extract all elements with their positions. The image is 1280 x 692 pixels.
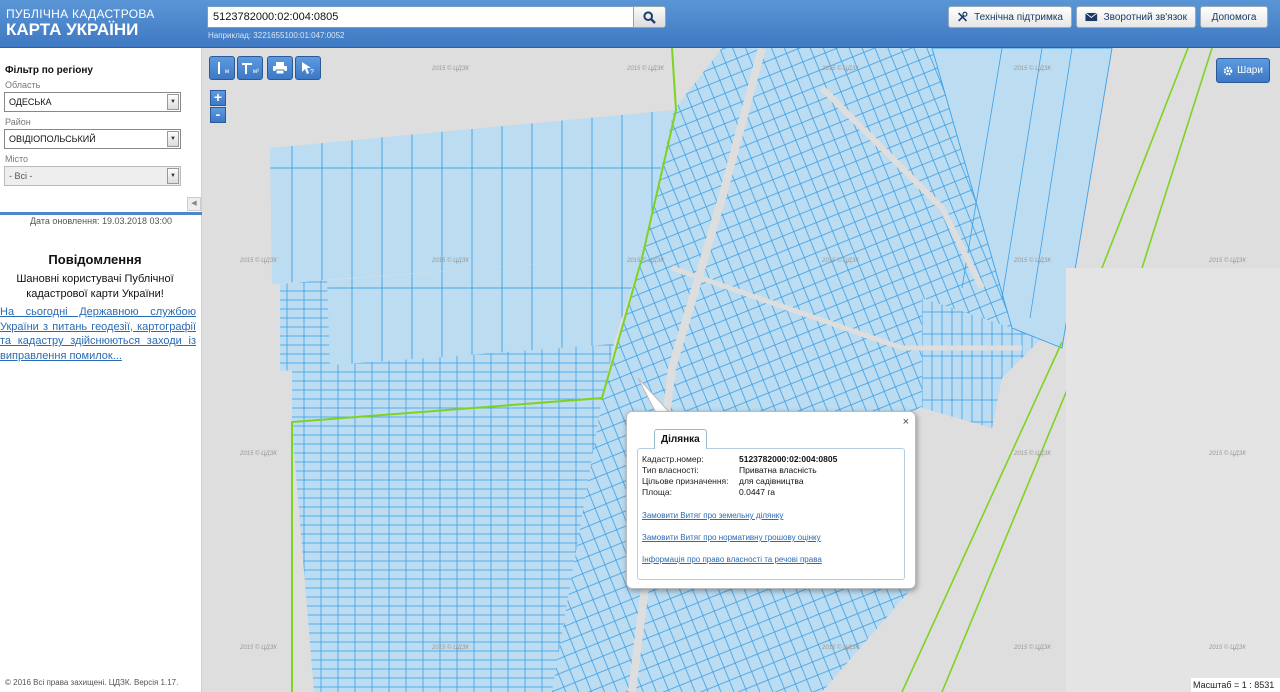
watermark-text: 2015 © ЦДЗК: [1209, 451, 1246, 457]
news-body: Шановні користувачі Публічної кадастрово…: [16, 273, 174, 300]
measure-length-button[interactable]: м: [209, 56, 235, 80]
district-select[interactable]: ОВІДІОПОЛЬСЬКИЙ ▼: [4, 129, 181, 149]
layers-label: Шари: [1237, 65, 1263, 76]
logo-line-2: КАРТА УКРАЇНИ: [6, 20, 139, 39]
cadastral-search-input[interactable]: [207, 6, 634, 28]
watermark-text: 2015 © ЦДЗК: [240, 645, 277, 651]
watermark-text: 2015 © ЦДЗК: [1209, 645, 1246, 651]
region-value: ОДЕСЬКА: [9, 97, 52, 107]
printer-icon: [273, 62, 287, 74]
order-extract-link[interactable]: Замовити Витяг про земельну ділянку: [642, 511, 783, 520]
watermark-text: 2015 © ЦДЗК: [822, 258, 859, 264]
dropdown-arrow-icon: ▼: [167, 94, 179, 110]
help-button[interactable]: Допомога: [1200, 6, 1268, 28]
parcel-info-popup: × Ділянка Кадастр.номер: 5123782000:02:0…: [626, 411, 916, 589]
update-date: Дата оновлення: 19.03.2018 03:00: [29, 216, 173, 226]
close-icon[interactable]: ×: [903, 416, 909, 428]
watermark-text: 2015 © ЦДЗК: [432, 258, 469, 264]
watermark-text: 2015 © ЦДЗК: [627, 258, 664, 264]
search-button[interactable]: [633, 6, 666, 28]
info-key: Тип власності:: [642, 465, 699, 475]
watermark-layer: 2015 © ЦДЗК 2015 © ЦДЗК 2015 © ЦДЗК 2015…: [202, 48, 1280, 692]
chevron-left-icon: ◀: [191, 200, 197, 207]
svg-text:?: ?: [310, 69, 314, 75]
map-scale: Масштаб = 1 : 8531: [1191, 678, 1280, 692]
info-key: Цільове призначення:: [642, 476, 729, 486]
site-logo[interactable]: ПУБЛІЧНА КАДАСТРОВА КАРТА УКРАЇНИ: [6, 8, 155, 38]
dropdown-arrow-icon: ▼: [167, 168, 179, 184]
info-value: Приватна власність: [739, 465, 817, 475]
filter-title: Фільтр по регіону: [5, 65, 93, 76]
zoom-out-button[interactable]: -: [210, 107, 226, 123]
copyright: © 2016 Всі права захищені. ЦДЗК. Версія …: [5, 678, 179, 687]
city-value: - Всі -: [9, 171, 33, 181]
watermark-text: 2015 © ЦДЗК: [822, 645, 859, 651]
sidebar: Фільтр по регіону Область ОДЕСЬКА ▼ Райо…: [0, 48, 202, 692]
info-value: 0.0447 га: [739, 487, 776, 497]
area-ruler-icon: [241, 63, 252, 74]
watermark-text: 2015 © ЦДЗК: [1014, 451, 1051, 457]
dropdown-arrow-icon: ▼: [167, 131, 179, 147]
identify-button[interactable]: ?: [295, 56, 321, 80]
city-label: Місто: [5, 154, 29, 164]
district-value: ОВІДІОПОЛЬСЬКИЙ: [9, 134, 96, 144]
watermark-text: 2015 © ЦДЗК: [1209, 258, 1246, 264]
gear-icon: [1223, 66, 1233, 75]
feedback-label: Зворотний зв'язок: [1103, 11, 1187, 23]
logo-line-1: ПУБЛІЧНА КАДАСТРОВА: [6, 7, 155, 21]
print-button[interactable]: [267, 56, 293, 80]
header-bar: ПУБЛІЧНА КАДАСТРОВА КАРТА УКРАЇНИ Наприк…: [0, 0, 1280, 48]
watermark-text: 2015 © ЦДЗК: [627, 66, 664, 72]
district-label: Район: [5, 117, 31, 127]
envelope-icon: [1085, 12, 1098, 22]
layers-button[interactable]: Шари: [1216, 58, 1270, 83]
parcel-details-panel: Кадастр.номер: 5123782000:02:004:0805 Ти…: [637, 448, 905, 580]
info-value: 5123782000:02:004:0805: [739, 454, 838, 464]
watermark-text: 2015 © ЦДЗК: [432, 645, 469, 651]
region-select[interactable]: ОДЕСЬКА ▼: [4, 92, 181, 112]
tech-support-button[interactable]: Технічна підтримка: [948, 6, 1072, 28]
ruler-icon: [217, 62, 220, 74]
watermark-text: 2015 © ЦДЗК: [1014, 66, 1051, 72]
search-icon: [643, 10, 656, 24]
ownership-info-link[interactable]: Інформація про право власності та речові…: [642, 555, 822, 564]
region-label: Область: [5, 80, 41, 90]
watermark-text: 2015 © ЦДЗК: [1014, 258, 1051, 264]
watermark-text: 2015 © ЦДЗК: [240, 258, 277, 264]
feedback-button[interactable]: Зворотний зв'язок: [1076, 6, 1196, 28]
cursor-question-icon: ?: [302, 62, 314, 75]
watermark-text: 2015 © ЦДЗК: [432, 66, 469, 72]
tech-support-label: Технічна підтримка: [974, 11, 1063, 23]
sidebar-divider: [0, 212, 202, 215]
help-label: Допомога: [1211, 11, 1257, 23]
measure-length-unit: м: [224, 69, 230, 75]
watermark-text: 2015 © ЦДЗК: [1014, 645, 1051, 651]
tab-parcel[interactable]: Ділянка: [654, 429, 707, 449]
watermark-text: 2015 © ЦДЗК: [822, 66, 859, 72]
measure-area-button[interactable]: м²: [237, 56, 263, 80]
watermark-text: 2015 © ЦДЗК: [240, 451, 277, 457]
collapse-sidebar-button[interactable]: ◀: [187, 197, 201, 211]
cadastral-map[interactable]: 2015 © ЦДЗК 2015 © ЦДЗК 2015 © ЦДЗК 2015…: [202, 48, 1280, 692]
info-value: для садівництва: [739, 476, 804, 486]
info-key: Кадастр.номер:: [642, 454, 704, 464]
news-title: Повідомлення: [48, 252, 142, 267]
info-key: Площа:: [642, 487, 672, 497]
search-example: Наприклад: 3221655100:01:047:0052: [208, 31, 345, 40]
city-select[interactable]: - Всі - ▼: [4, 166, 181, 186]
measure-area-unit: м²: [252, 69, 260, 75]
tools-icon: [958, 11, 968, 22]
news-link[interactable]: На сьогодні Державною службою України з …: [0, 305, 196, 363]
order-valuation-link[interactable]: Замовити Витяг про нормативну грошову оц…: [642, 533, 821, 542]
zoom-in-button[interactable]: +: [210, 90, 226, 106]
